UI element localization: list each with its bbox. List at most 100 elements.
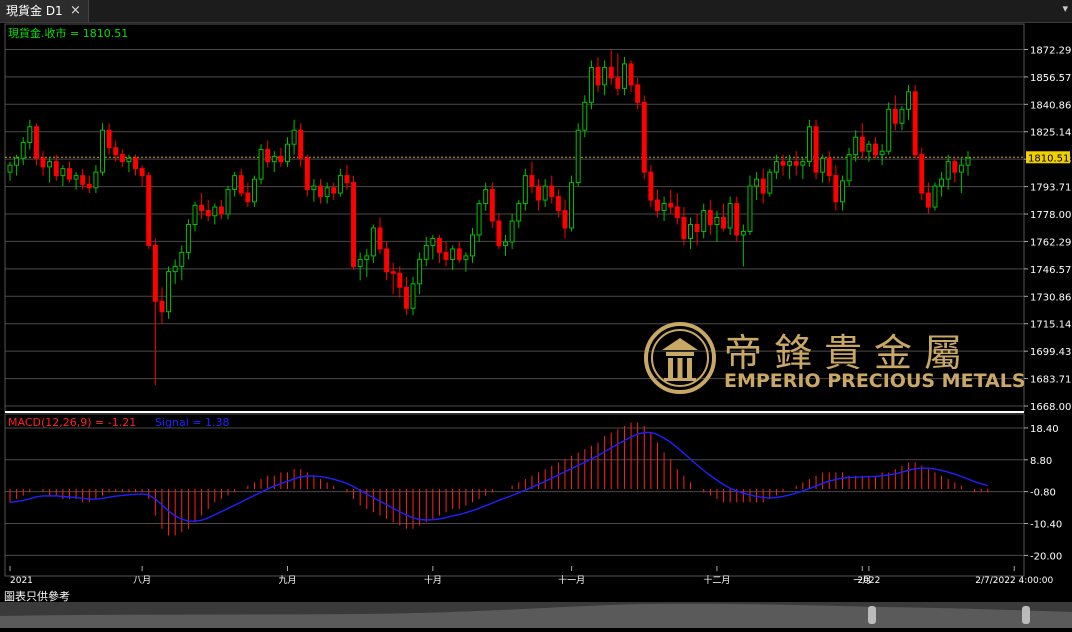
scrollbar-preview: [0, 603, 1072, 628]
candle-body: [549, 185, 555, 198]
candle-body: [403, 286, 409, 309]
x-tick-label: 十月: [424, 574, 442, 586]
candle-body: [119, 154, 125, 163]
candle-body: [271, 155, 277, 163]
candle-body: [443, 251, 449, 260]
candle-body: [707, 210, 713, 225]
chevron-down-icon[interactable]: ▾: [1062, 2, 1068, 15]
candle-body: [265, 148, 271, 163]
candle-body: [450, 248, 456, 260]
x-tick-label: 十二月: [703, 574, 730, 586]
candle-body: [331, 187, 337, 194]
candle-body: [608, 66, 614, 79]
price-tick-label: 1762.29: [1030, 237, 1071, 248]
candle-body: [218, 206, 224, 215]
candle-body: [681, 217, 687, 239]
candle-body: [866, 143, 872, 152]
signal-line: [9, 431, 988, 523]
candle-body: [33, 126, 39, 159]
candle-body: [166, 271, 172, 313]
candle-body: [958, 164, 964, 173]
scrollbar-right-handle[interactable]: [1022, 606, 1030, 624]
candle-body: [773, 161, 779, 173]
candle-body: [93, 171, 99, 189]
close-icon[interactable]: ×: [70, 0, 81, 22]
x-tick-label: 2022: [857, 576, 880, 586]
candle-body: [694, 223, 700, 232]
candle-body: [688, 223, 693, 239]
price-tick-label: 1699.43: [1030, 347, 1071, 358]
candle-body: [304, 157, 310, 191]
candle-body: [430, 237, 436, 246]
chart-scrollbar[interactable]: [0, 602, 1072, 628]
candle-body: [846, 154, 852, 182]
candle-body: [100, 129, 105, 173]
candle-body: [384, 248, 390, 273]
scrollbar-left-handle[interactable]: [868, 606, 876, 624]
candle-body: [721, 217, 727, 229]
candle-body: [668, 203, 674, 208]
candle-body: [238, 175, 244, 194]
candle-body: [40, 157, 46, 168]
candle-body: [291, 129, 297, 145]
candle-body: [522, 175, 528, 205]
candle-body: [417, 258, 423, 285]
candle-body: [225, 189, 231, 215]
candle-body: [298, 129, 304, 159]
candle-body: [192, 204, 198, 225]
x-tick-label: 2/7/2022 4:00:00: [975, 576, 1053, 586]
candle-body: [806, 126, 812, 163]
macd-tick-label: 18.40: [1030, 424, 1059, 435]
candle-body: [945, 161, 951, 180]
candle-body: [654, 199, 660, 212]
candle-body: [318, 185, 324, 198]
candle-body: [139, 168, 145, 177]
candle-body: [899, 108, 905, 124]
candle-body: [826, 157, 832, 177]
candle-body: [423, 244, 429, 260]
price-tick-label: 1793.71: [1030, 183, 1071, 194]
candle-body: [351, 182, 357, 267]
candle-body: [892, 108, 898, 124]
candle-body: [740, 230, 746, 236]
candle-body: [496, 220, 502, 246]
candle-body: [80, 175, 86, 185]
candle-body: [364, 255, 370, 260]
candle-body: [185, 223, 191, 253]
candle-body: [787, 161, 793, 166]
candle-body: [965, 157, 971, 166]
price-tick-label: 1778.00: [1030, 210, 1071, 221]
candle-body: [285, 143, 290, 163]
candle-body: [569, 182, 575, 229]
candle-body: [516, 203, 522, 222]
candle-body: [14, 157, 20, 166]
price-tick-label: 1746.57: [1030, 265, 1071, 276]
candle-body: [503, 241, 508, 246]
x-tick-label: 2021: [10, 576, 33, 586]
candle-body: [886, 108, 892, 152]
candle-body: [232, 175, 238, 191]
price-tick-label: 1668.00: [1030, 402, 1071, 413]
candle-body: [602, 66, 608, 86]
candle-body: [529, 175, 535, 187]
candle-body: [509, 220, 515, 243]
candle-body: [146, 175, 152, 246]
candle-body: [555, 196, 561, 212]
candle-body: [410, 283, 416, 309]
tab-chart[interactable]: 現貨金 D1 ×: [0, 0, 89, 22]
candle-body: [932, 185, 938, 208]
candle-body: [536, 185, 542, 201]
candle-body: [390, 271, 396, 274]
logo-chinese-name: 帝鋒貴金屬: [724, 331, 975, 375]
price-tick-label: 1856.57: [1030, 73, 1071, 84]
candle-body: [800, 161, 806, 166]
macd-tick-label: 8.80: [1030, 456, 1052, 467]
price-legend: 現貨金.收市 = 1810.51: [8, 26, 128, 40]
candle-body: [73, 175, 79, 180]
candle-body: [476, 203, 482, 236]
candle-body: [562, 210, 568, 229]
candle-body: [747, 185, 753, 232]
candle-body: [397, 272, 403, 288]
candle-body: [470, 234, 475, 257]
macd-tick-label: -0.80: [1030, 488, 1056, 499]
